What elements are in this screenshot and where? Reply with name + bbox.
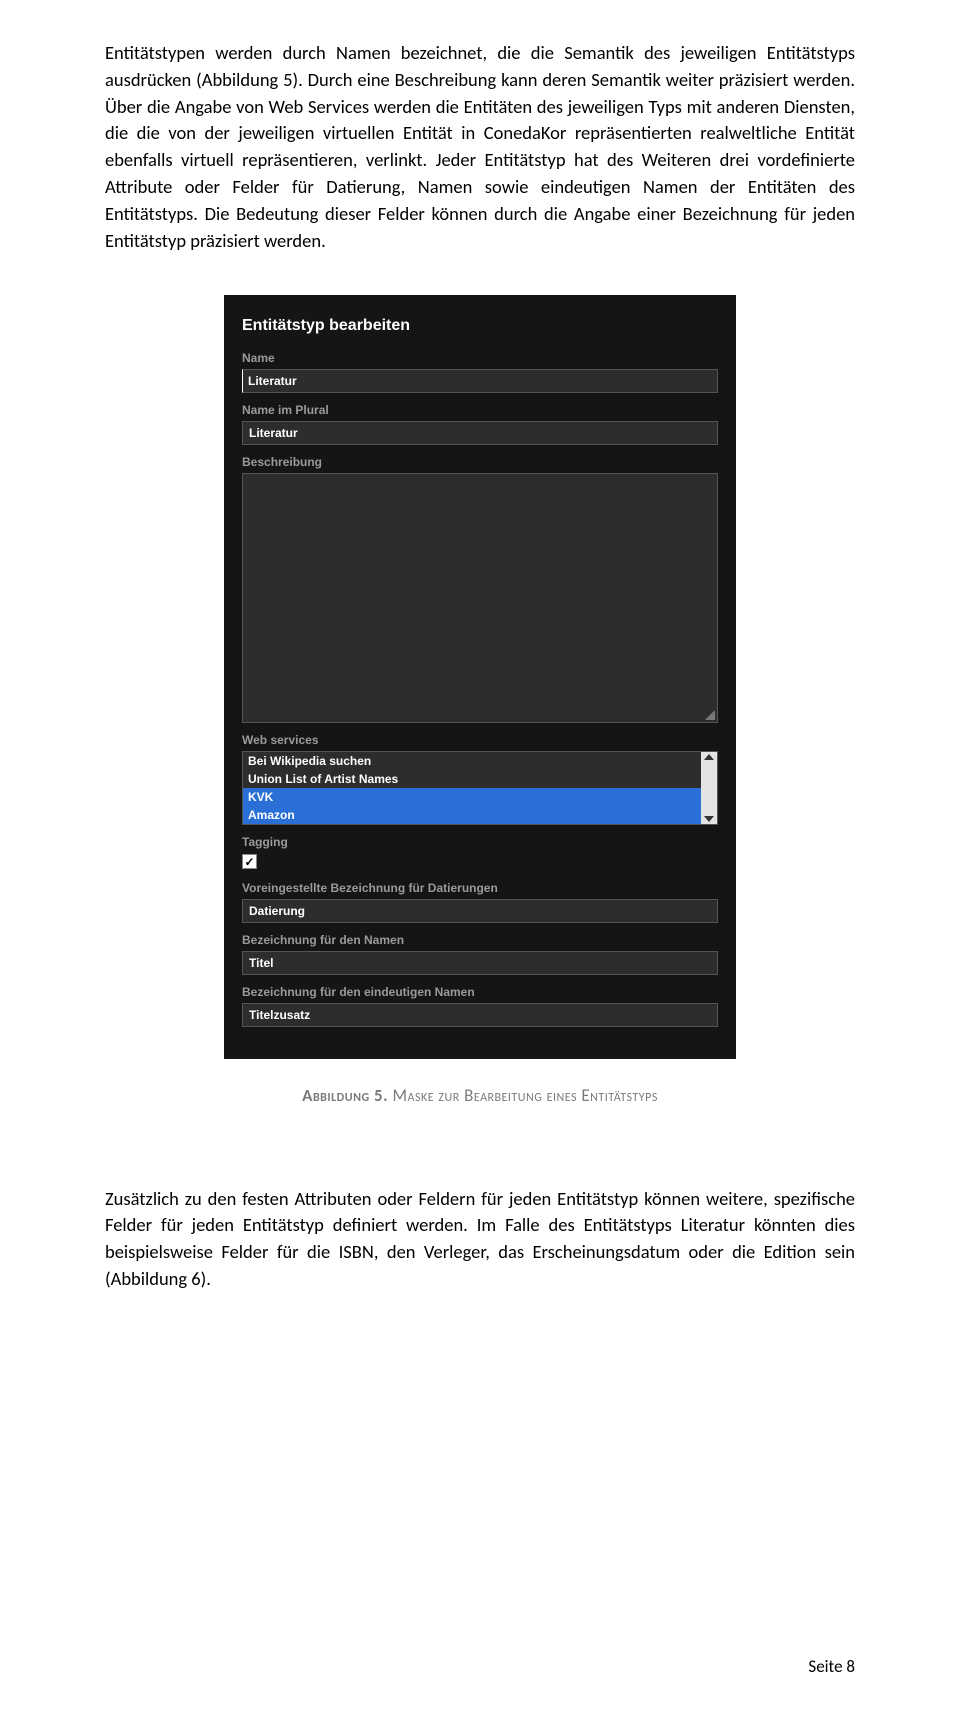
scroll-up-icon[interactable]: [704, 754, 714, 760]
page-number: Seite 8: [808, 1656, 855, 1677]
caption-text: Maske zur Bearbeitung eines Entitätstyps: [388, 1085, 658, 1106]
figure-5-wrap: Entitätstyp bearbeiten Name Literatur Na…: [105, 295, 855, 1106]
figure-5-caption: Abbildung 5. Maske zur Bearbeitung eines…: [105, 1085, 855, 1106]
label-eindeutig: Bezeichnung für den eindeutigen Namen: [242, 985, 718, 999]
input-eindeutig[interactable]: Titelzusatz: [242, 1003, 718, 1027]
entity-type-form: Entitätstyp bearbeiten Name Literatur Na…: [224, 295, 736, 1059]
label-datierung: Voreingestellte Bezeichnung für Datierun…: [242, 881, 718, 895]
scrollbar[interactable]: [701, 752, 717, 824]
label-tagging: Tagging: [242, 835, 718, 849]
list-item[interactable]: Bei Wikipedia suchen: [243, 752, 701, 770]
list-item[interactable]: Union List of Artist Names: [243, 770, 701, 788]
scroll-down-icon[interactable]: [704, 816, 714, 822]
label-web-services: Web services: [242, 733, 718, 747]
checkbox-tagging[interactable]: ✓: [242, 854, 257, 869]
paragraph-2-italic: Literatur: [681, 1213, 745, 1236]
label-beschreibung: Beschreibung: [242, 455, 718, 469]
label-name-plural: Name im Plural: [242, 403, 718, 417]
listbox-web-services[interactable]: Bei Wikipedia suchen Union List of Artis…: [242, 751, 718, 825]
textarea-beschreibung[interactable]: [242, 473, 718, 723]
input-name-plural[interactable]: Literatur: [242, 421, 718, 445]
label-namen: Bezeichnung für den Namen: [242, 933, 718, 947]
list-item[interactable]: Amazon: [243, 806, 701, 824]
list-item[interactable]: KVK: [243, 788, 701, 806]
paragraph-2: Zusätzlich zu den festen Attributen oder…: [105, 1186, 855, 1293]
label-name: Name: [242, 351, 718, 365]
caption-label: Abbildung 5.: [302, 1085, 388, 1106]
input-name[interactable]: Literatur: [242, 369, 718, 393]
input-namen[interactable]: Titel: [242, 951, 718, 975]
input-datierung[interactable]: Datierung: [242, 899, 718, 923]
resize-grip-icon[interactable]: [705, 710, 715, 720]
paragraph-1: Entitätstypen werden durch Namen bezeich…: [105, 40, 855, 255]
form-title: Entitätstyp bearbeiten: [242, 317, 718, 335]
